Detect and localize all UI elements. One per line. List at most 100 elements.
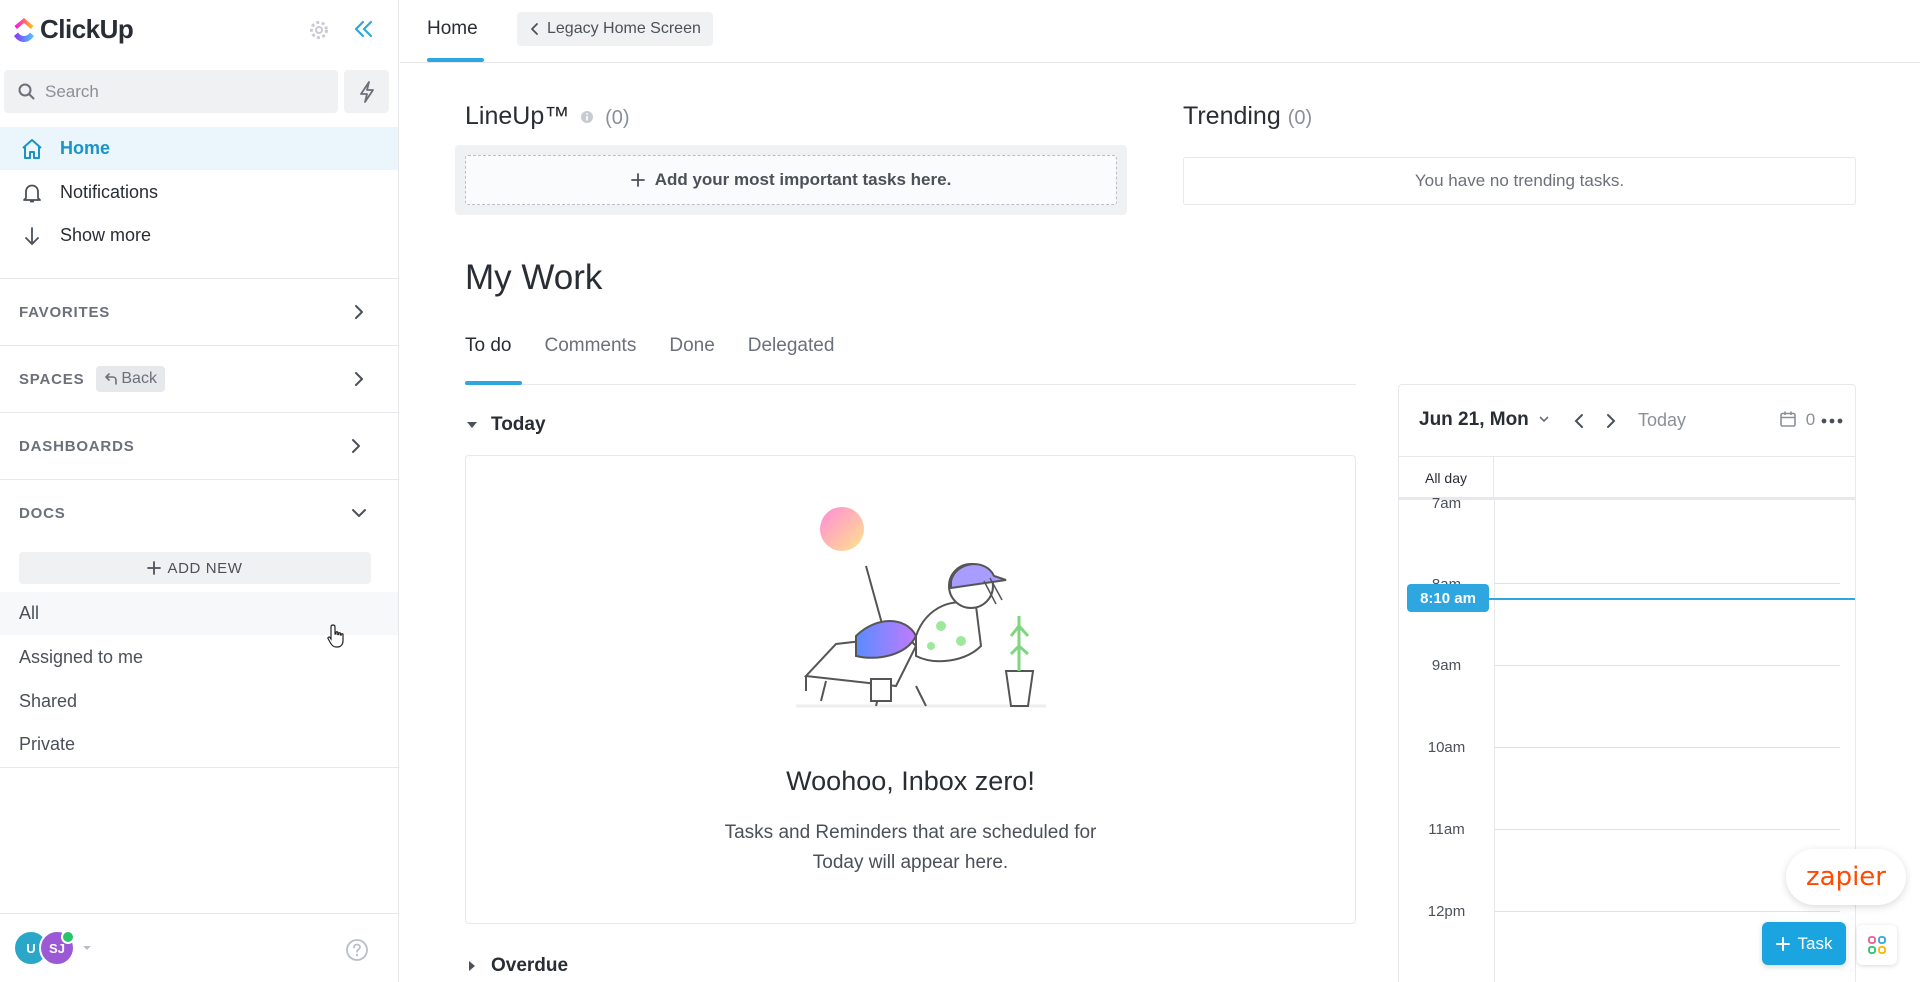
hour-label: 10am	[1427, 739, 1466, 756]
zapier-button[interactable]: zapier	[1786, 849, 1906, 905]
home-icon	[22, 138, 42, 159]
next-day-icon[interactable]	[1603, 412, 1619, 430]
trending-title: Trending	[1183, 102, 1281, 130]
arrow-down-icon	[25, 226, 39, 245]
calendar-count-value: 0	[1805, 410, 1816, 429]
new-task-button[interactable]: Task	[1762, 922, 1846, 965]
section-favorites-label: FAVORITES	[19, 303, 111, 321]
chevron-down-icon	[352, 509, 366, 517]
tab-comments[interactable]: Comments	[544, 335, 636, 357]
spaces-back-label: Back	[121, 370, 157, 387]
tab-home-indicator	[427, 58, 484, 62]
hour-label: 7am	[1431, 495, 1462, 512]
tab-home[interactable]: Home	[427, 18, 478, 40]
collapse-sidebar-icon[interactable]	[350, 16, 376, 42]
lineup-heading: LineUp™ (0)	[465, 102, 630, 131]
relaxing-person-illustration	[796, 507, 1046, 708]
apps-grid-icon	[1868, 936, 1886, 954]
calendar-icon	[1780, 411, 1796, 427]
undo-arrow-icon	[105, 373, 118, 385]
section-dashboards[interactable]: DASHBOARDS	[0, 413, 398, 479]
tab-delegated[interactable]: Delegated	[748, 335, 835, 357]
gear-icon[interactable]	[307, 18, 331, 42]
inbox-zero-line2: Today will appear here.	[812, 852, 1009, 873]
add-new-doc-button[interactable]: ADD NEW	[19, 552, 371, 584]
chevron-right-icon	[352, 439, 360, 453]
search-icon	[18, 83, 35, 100]
hour-label: 11am	[1428, 821, 1465, 838]
lightning-icon	[359, 80, 374, 103]
chevron-right-icon	[355, 305, 363, 319]
hour-line	[1495, 747, 1840, 748]
tab-done[interactable]: Done	[669, 335, 714, 357]
section-spaces[interactable]: SPACES Back	[0, 346, 398, 412]
calendar-date: Jun 21, Mon	[1419, 409, 1529, 430]
docs-item-private[interactable]: Private	[0, 723, 398, 766]
tabs-divider	[465, 384, 1356, 385]
group-today-label: Today	[491, 414, 546, 435]
nav-show-more[interactable]: Show more	[0, 214, 398, 257]
hand-cursor-icon	[327, 624, 344, 648]
calendar-today-button[interactable]: Today	[1638, 410, 1686, 431]
search-input[interactable]: Search	[4, 70, 338, 113]
calendar-date-picker[interactable]: Jun 21, Mon	[1419, 409, 1550, 431]
tab-active-indicator	[465, 381, 522, 385]
divider	[0, 913, 398, 914]
lineup-count: (0)	[605, 107, 630, 129]
section-favorites[interactable]: FAVORITES	[0, 279, 398, 345]
mywork-title: My Work	[465, 258, 603, 297]
nav-show-more-label: Show more	[60, 225, 152, 245]
nav-home[interactable]: Home	[0, 127, 398, 170]
new-task-label: Task	[1797, 933, 1833, 953]
plus-icon	[630, 173, 645, 187]
legacy-home-screen-button[interactable]: Legacy Home Screen	[517, 12, 713, 46]
lineup-add-button[interactable]: Add your most important tasks here.	[465, 155, 1117, 205]
info-icon[interactable]	[580, 110, 594, 124]
docs-item-label: All	[19, 603, 40, 623]
docs-item-label: Private	[19, 734, 76, 754]
search-placeholder: Search	[45, 81, 99, 101]
tab-todo[interactable]: To do	[465, 335, 511, 357]
mywork-tabs: To do Comments Done Delegated	[465, 335, 867, 357]
quick-actions-button[interactable]	[344, 70, 389, 113]
hour-label: 12pm	[1427, 903, 1466, 920]
section-docs-label: DOCS	[19, 504, 66, 522]
section-docs[interactable]: DOCS	[0, 480, 398, 546]
sidebar: ClickUp Search Home Notifications Show m…	[0, 0, 399, 982]
lineup-title: LineUp™	[465, 102, 570, 130]
caret-down-icon	[467, 422, 477, 428]
more-icon[interactable]	[1821, 418, 1843, 424]
docs-item-label: Assigned to me	[19, 647, 144, 667]
hour-line	[1495, 829, 1840, 830]
legacy-label: Legacy Home Screen	[547, 20, 701, 37]
chevron-right-icon	[355, 372, 363, 386]
user-menu[interactable]: U SJ	[13, 930, 93, 966]
lineup-area: Add your most important tasks here.	[455, 145, 1127, 215]
help-icon[interactable]	[345, 938, 369, 962]
bell-icon	[23, 184, 41, 202]
nav-notifications[interactable]: Notifications	[0, 171, 398, 214]
time-column-divider	[1494, 500, 1495, 982]
nav-home-label: Home	[60, 138, 111, 158]
trending-empty-text: You have no trending tasks.	[1414, 171, 1625, 190]
logo-text: ClickUp	[40, 14, 134, 44]
apps-button[interactable]	[1857, 925, 1897, 965]
docs-item-label: Shared	[19, 691, 78, 711]
docs-item-shared[interactable]: Shared	[0, 680, 398, 723]
caret-down-icon	[83, 946, 91, 950]
inbox-zero-card: Woohoo, Inbox zero! Tasks and Reminders …	[465, 455, 1356, 924]
section-spaces-label: SPACES	[19, 370, 85, 388]
prev-day-icon[interactable]	[1571, 412, 1587, 430]
group-today[interactable]: Today	[465, 414, 546, 436]
current-time-line	[1487, 598, 1855, 600]
trending-count: (0)	[1287, 107, 1313, 129]
spaces-back-button[interactable]: Back	[96, 366, 165, 392]
calendar-panel: Jun 21, Mon Today 0 All day 7am 8am 9am …	[1398, 384, 1856, 982]
calendar-count[interactable]: 0	[1779, 410, 1815, 430]
inbox-zero-title: Woohoo, Inbox zero!	[786, 766, 1035, 796]
logo[interactable]: ClickUp	[12, 14, 134, 45]
zapier-logo-text: zapier	[1806, 862, 1886, 892]
hour-line	[1495, 665, 1840, 666]
allday-row: All day	[1399, 456, 1855, 500]
group-overdue[interactable]: Overdue	[465, 955, 568, 977]
